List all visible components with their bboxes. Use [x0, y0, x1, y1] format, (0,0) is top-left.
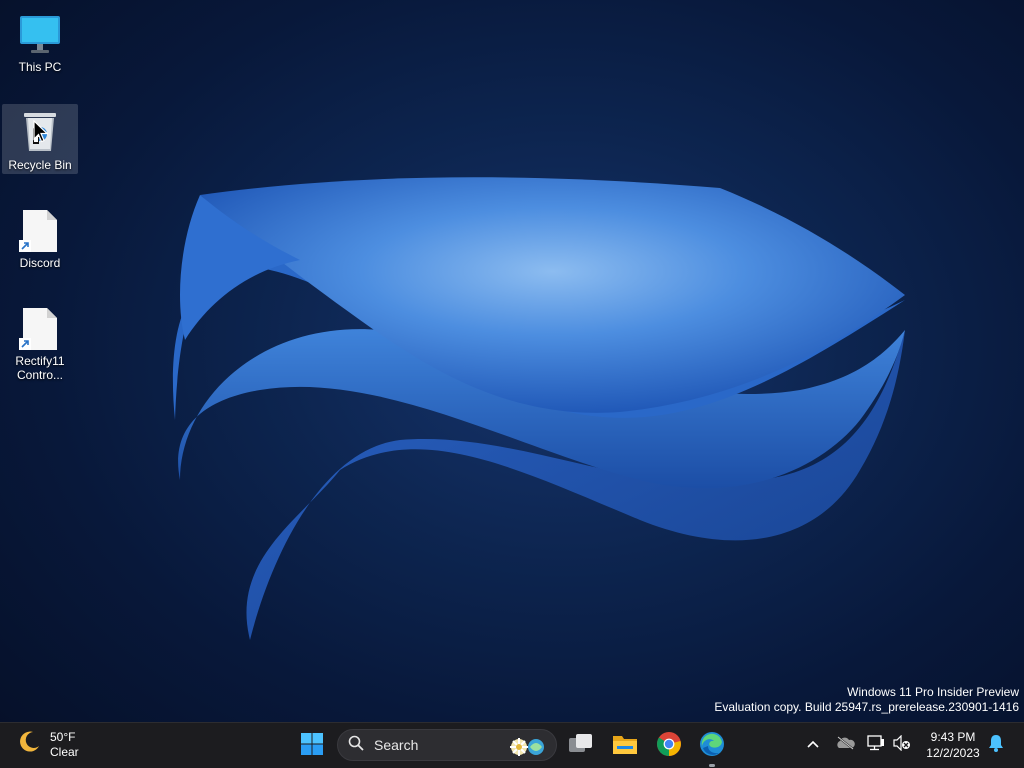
desktop-icon-this-pc[interactable]: This PC — [2, 6, 78, 76]
start-icon — [300, 732, 324, 761]
taskbar: 50°F Clear Search 9:43 PM 12/2/2023 — [0, 722, 1024, 768]
taskbar-search-box[interactable]: Search — [337, 729, 557, 761]
search-highlight-icon — [508, 735, 548, 762]
show-hidden-icons-button[interactable] — [803, 735, 823, 755]
desktop-icon-label: Recycle Bin — [8, 158, 72, 172]
desktop-icon-label: This PC — [18, 60, 62, 74]
shortcut-file-icon — [19, 306, 61, 350]
file-explorer-button[interactable] — [607, 728, 643, 764]
weather-temperature: 50°F — [50, 729, 76, 744]
desktop-icon-rectify11[interactable]: Rectify11 Contro... — [2, 300, 78, 384]
desktop-icon-label: Rectify11 Contro... — [15, 354, 65, 382]
notification-center-button[interactable] — [986, 734, 1006, 757]
volume-button[interactable] — [892, 734, 912, 756]
watermark-build: Evaluation copy. Build 25947.rs_prerelea… — [714, 700, 1019, 714]
search-icon — [348, 735, 364, 756]
edge-button[interactable] — [694, 728, 730, 764]
watermark-edition: Windows 11 Pro Insider Preview — [847, 685, 1019, 699]
weather-widget[interactable]: 50°F Clear — [16, 729, 79, 760]
edge-icon — [699, 731, 725, 762]
mouse-cursor-icon — [33, 120, 49, 143]
bell-icon — [988, 734, 1004, 757]
desktop-icon-label: Discord — [19, 256, 61, 270]
clock-time: 9:43 PM — [930, 730, 976, 744]
start-button[interactable] — [294, 728, 330, 764]
shortcut-file-icon — [19, 208, 61, 252]
onedrive-button[interactable] — [835, 735, 855, 755]
clock-date: 12/2/2023 — [926, 746, 980, 760]
wallpaper-bloom — [172, 177, 906, 640]
moon-icon — [16, 729, 42, 760]
taskbar-clock[interactable]: 9:43 PM 12/2/2023 — [922, 729, 984, 761]
volume-muted-icon — [893, 734, 911, 756]
monitor-icon — [19, 12, 61, 56]
chevron-up-icon — [806, 736, 820, 754]
network-button[interactable] — [866, 734, 886, 756]
search-label: Search — [374, 737, 419, 753]
desktop-icon-discord[interactable]: Discord — [2, 202, 78, 272]
running-indicator — [709, 764, 715, 767]
task-view-icon — [568, 733, 594, 760]
task-view-button[interactable] — [563, 728, 599, 764]
onedrive-icon — [835, 735, 855, 755]
network-icon — [867, 734, 885, 756]
weather-condition: Clear — [50, 744, 79, 759]
evaluation-watermark: Windows 11 Pro Insider Preview Evaluatio… — [714, 685, 1019, 715]
chrome-button[interactable] — [651, 728, 687, 764]
chrome-icon — [656, 731, 682, 762]
file-explorer-icon — [612, 733, 638, 760]
